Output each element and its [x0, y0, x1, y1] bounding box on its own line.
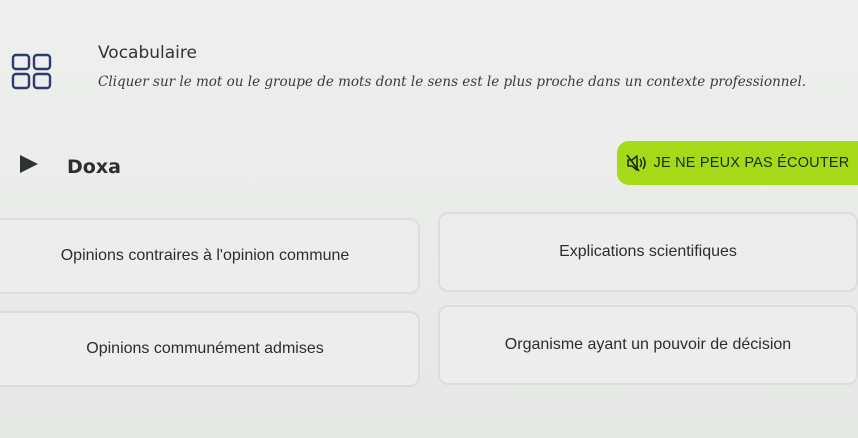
answer-option[interactable]: Organisme ayant un pouvoir de décision — [438, 305, 858, 385]
cant-listen-button[interactable]: JE NE PEUX PAS ÉCOUTER — [617, 141, 858, 185]
target-word: Doxa — [67, 156, 121, 178]
cant-listen-label: JE NE PEUX PAS ÉCOUTER — [653, 155, 850, 171]
answer-option[interactable]: Opinions contraires à l'opinion commune — [0, 218, 420, 294]
section-title: Vocabulaire — [98, 43, 197, 63]
exercise-page: Vocabulaire Cliquer sur le mot ou le gro… — [0, 0, 858, 438]
speaker-muted-icon — [625, 154, 646, 172]
answer-option[interactable]: Explications scientifiques — [438, 212, 858, 292]
play-icon[interactable] — [14, 152, 42, 176]
answer-option[interactable]: Opinions communément admises — [0, 311, 420, 387]
instruction-text: Cliquer sur le mot ou le groupe de mots … — [98, 74, 807, 90]
grid-icon — [11, 53, 52, 90]
